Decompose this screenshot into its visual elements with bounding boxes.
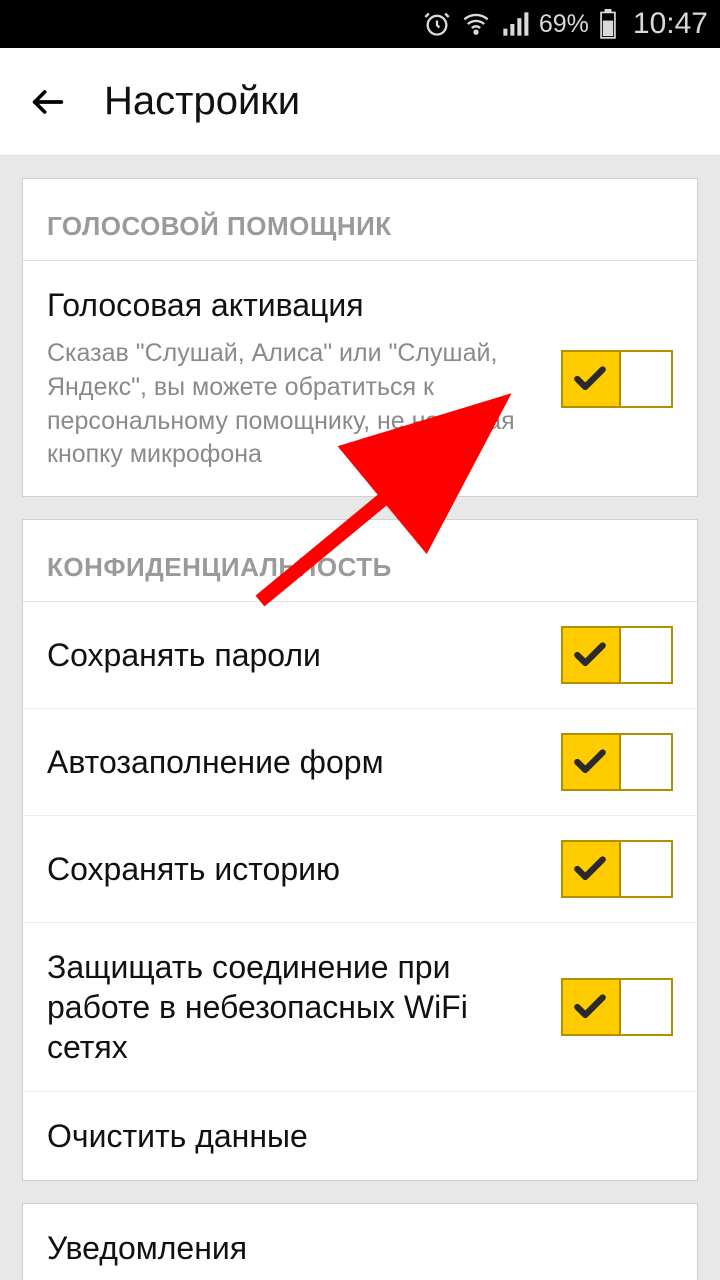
save-passwords-toggle[interactable] <box>561 626 673 684</box>
back-button[interactable] <box>20 74 76 130</box>
protect-wifi-row[interactable]: Защищать соединение при работе в небезоп… <box>23 923 697 1092</box>
save-history-row[interactable]: Сохранять историю <box>23 816 697 923</box>
voice-activation-desc: Сказав "Слушай, Алиса" или "Слушай, Янде… <box>47 337 541 472</box>
check-icon <box>563 735 617 789</box>
voice-section-header: ГОЛОСОВОЙ ПОМОЩНИК <box>23 179 697 261</box>
arrow-left-icon <box>28 82 68 122</box>
content: ГОЛОСОВОЙ ПОМОЩНИК Голосовая активация С… <box>0 156 720 1280</box>
clear-data-row[interactable]: Очистить данные <box>23 1092 697 1180</box>
privacy-section-header: КОНФИДЕНЦИАЛЬНОСТЬ <box>23 520 697 602</box>
save-passwords-row[interactable]: Сохранять пароли <box>23 602 697 709</box>
battery-icon <box>599 9 617 39</box>
status-bar: 69% 10:47 <box>0 0 720 48</box>
row-title: Автозаполнение форм <box>47 742 541 782</box>
autofill-forms-toggle[interactable] <box>561 733 673 791</box>
row-title: Защищать соединение при работе в небезоп… <box>47 947 541 1067</box>
row-title: Сохранять пароли <box>47 635 541 675</box>
check-icon <box>563 352 617 406</box>
voice-activation-row[interactable]: Голосовая активация Сказав "Слушай, Алис… <box>23 261 697 496</box>
check-icon <box>563 980 617 1034</box>
battery-percent: 69% <box>539 10 589 39</box>
protect-wifi-toggle[interactable] <box>561 978 673 1036</box>
row-title: Сохранять историю <box>47 849 541 889</box>
status-time: 10:47 <box>633 7 708 41</box>
toggle-knob <box>619 628 671 682</box>
privacy-card: КОНФИДЕНЦИАЛЬНОСТЬ Сохранять пароли Авто… <box>22 519 698 1181</box>
row-title: Очистить данные <box>47 1116 673 1156</box>
toggle-knob <box>619 842 671 896</box>
save-history-toggle[interactable] <box>561 840 673 898</box>
next-card: Уведомления <box>22 1203 698 1280</box>
toggle-knob <box>619 735 671 789</box>
autofill-forms-row[interactable]: Автозаполнение форм <box>23 709 697 816</box>
voice-activation-toggle[interactable] <box>561 350 673 408</box>
toggle-knob <box>619 980 671 1034</box>
notifications-row[interactable]: Уведомления <box>23 1204 697 1280</box>
voice-assistant-card: ГОЛОСОВОЙ ПОМОЩНИК Голосовая активация С… <box>22 178 698 497</box>
check-icon <box>563 842 617 896</box>
alarm-icon <box>423 10 451 38</box>
toggle-knob <box>619 352 671 406</box>
voice-activation-title: Голосовая активация <box>47 285 541 325</box>
check-icon <box>563 628 617 682</box>
row-title: Уведомления <box>47 1228 673 1268</box>
signal-icon <box>501 10 529 38</box>
page-title: Настройки <box>104 79 300 124</box>
app-header: Настройки <box>0 48 720 156</box>
wifi-icon <box>461 10 491 38</box>
